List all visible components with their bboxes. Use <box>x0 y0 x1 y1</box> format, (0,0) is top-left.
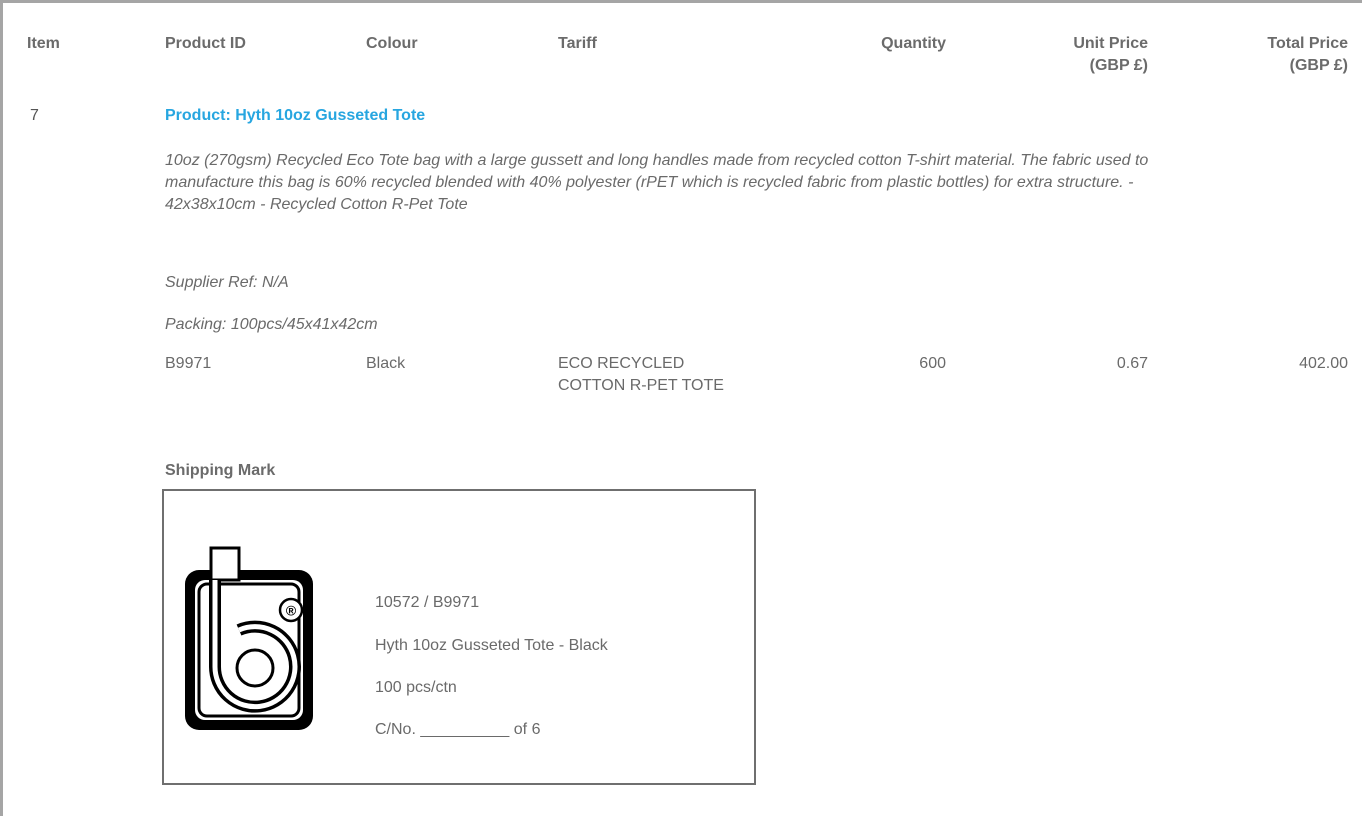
header-tariff: Tariff <box>558 35 597 52</box>
invoice-page: Item Product ID Colour Tariff Quantity U… <box>0 0 1362 816</box>
row-colour: Black <box>366 355 406 372</box>
header-unit-price-line2: (GBP £) <box>1089 57 1148 74</box>
header-total-price-line2: (GBP £) <box>1289 57 1348 74</box>
product-description: 10oz (270gsm) Recycled Eco Tote bag with… <box>165 152 1149 213</box>
registered-mark: ® <box>286 603 297 619</box>
header-colour: Colour <box>366 35 418 52</box>
header-unit-price: Unit Price (GBP £) <box>1003 33 1148 77</box>
shipping-line-carton: C/No. __________ of 6 <box>375 721 541 738</box>
shipping-line-product: Hyth 10oz Gusseted Tote - Black <box>375 637 608 654</box>
shipping-line-code: 10572 / B9971 <box>375 594 480 611</box>
header-item: Item <box>27 35 60 52</box>
row-total-price: 402.00 <box>1299 355 1348 372</box>
shipping-mark-box: ® 10572 / B9971 Hyth 10oz Gusseted Tote … <box>162 489 756 785</box>
brand-logo-icon: ® <box>185 546 313 730</box>
shipping-line-pcs: 100 pcs/ctn <box>375 679 457 696</box>
row-unit-price: 0.67 <box>1116 355 1148 372</box>
row-product-id: B9971 <box>165 355 212 372</box>
shipping-mark-title: Shipping Mark <box>165 462 276 479</box>
supplier-ref: Supplier Ref: N/A <box>165 274 289 291</box>
row-quantity: 600 <box>919 355 946 372</box>
product-title: Product: Hyth 10oz Gusseted Tote <box>165 107 426 124</box>
header-unit-price-line1: Unit Price <box>1073 35 1148 52</box>
header-quantity: Quantity <box>881 35 946 52</box>
header-total-price: Total Price (GBP £) <box>1203 33 1348 77</box>
header-total-price-line1: Total Price <box>1267 35 1348 52</box>
item-number: 7 <box>30 107 39 124</box>
row-tariff: ECO RECYCLED COTTON R-PET TOTE <box>558 355 724 394</box>
header-product-id: Product ID <box>165 35 246 52</box>
packing-info: Packing: 100pcs/45x41x42cm <box>165 316 378 333</box>
